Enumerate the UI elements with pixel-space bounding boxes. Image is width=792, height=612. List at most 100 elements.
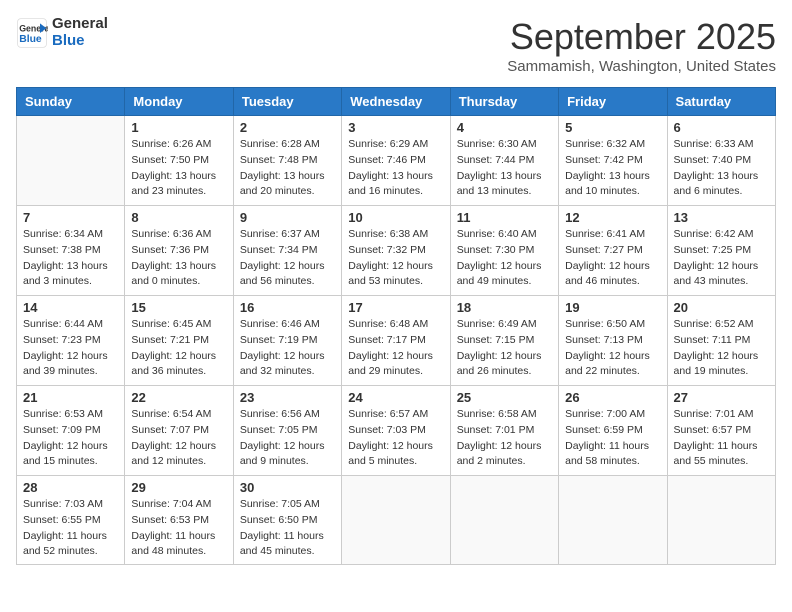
day-info: Sunrise: 6:54 AMSunset: 7:07 PMDaylight:… [131, 407, 226, 470]
day-number: 24 [348, 390, 443, 405]
calendar-cell: 30 Sunrise: 7:05 AMSunset: 6:50 PMDayligh… [233, 476, 341, 565]
day-number: 2 [240, 120, 335, 135]
day-info: Sunrise: 7:00 AMSunset: 6:59 PMDaylight:… [565, 407, 660, 470]
svg-text:Blue: Blue [19, 33, 42, 44]
calendar-cell: 7 Sunrise: 6:34 AMSunset: 7:38 PMDaylight… [17, 206, 125, 296]
calendar-cell [559, 476, 667, 565]
calendar-cell [342, 476, 450, 565]
day-info: Sunrise: 6:32 AMSunset: 7:42 PMDaylight:… [565, 137, 660, 200]
week-row-4: 21 Sunrise: 6:53 AMSunset: 7:09 PMDayligh… [17, 386, 776, 476]
day-info: Sunrise: 6:40 AMSunset: 7:30 PMDaylight:… [457, 227, 552, 290]
calendar-cell: 8 Sunrise: 6:36 AMSunset: 7:36 PMDaylight… [125, 206, 233, 296]
day-number: 30 [240, 480, 335, 495]
calendar-cell: 14 Sunrise: 6:44 AMSunset: 7:23 PMDayligh… [17, 296, 125, 386]
logo-text: General Blue [52, 16, 108, 49]
calendar-cell: 12Sunrise: 6:41 AMSunset: 7:27 PMDayligh… [559, 206, 667, 296]
page-header: General Blue General Blue September 2025… [16, 16, 776, 75]
calendar-cell: 23Sunrise: 6:56 AMSunset: 7:05 PMDayligh… [233, 386, 341, 476]
day-info: Sunrise: 6:44 AMSunset: 7:23 PMDaylight:… [23, 317, 118, 380]
day-number: 21 [23, 390, 118, 405]
day-number: 6 [674, 120, 769, 135]
day-number: 20 [674, 300, 769, 315]
day-info: Sunrise: 6:58 AMSunset: 7:01 PMDaylight:… [457, 407, 552, 470]
calendar-cell: 13Sunrise: 6:42 AMSunset: 7:25 PMDayligh… [667, 206, 775, 296]
day-info: Sunrise: 6:36 AMSunset: 7:36 PMDaylight:… [131, 227, 226, 290]
day-header-thursday: Thursday [450, 88, 558, 116]
day-number: 17 [348, 300, 443, 315]
day-info: Sunrise: 6:33 AMSunset: 7:40 PMDaylight:… [674, 137, 769, 200]
calendar-cell: 5Sunrise: 6:32 AMSunset: 7:42 PMDaylight… [559, 116, 667, 206]
day-info: Sunrise: 6:34 AMSunset: 7:38 PMDaylight:… [23, 227, 118, 290]
calendar-cell [17, 116, 125, 206]
day-info: Sunrise: 7:05 AMSunset: 6:50 PMDaylight:… [240, 497, 335, 560]
calendar-cell: 29Sunrise: 7:04 AMSunset: 6:53 PMDayligh… [125, 476, 233, 565]
calendar-cell: 2 Sunrise: 6:28 AMSunset: 7:48 PMDaylight… [233, 116, 341, 206]
day-number: 7 [23, 210, 118, 225]
week-row-3: 14 Sunrise: 6:44 AMSunset: 7:23 PMDayligh… [17, 296, 776, 386]
title-block: September 2025 Sammamish, Washington, Un… [507, 16, 776, 75]
day-number: 8 [131, 210, 226, 225]
day-info: Sunrise: 6:30 AMSunset: 7:44 PMDaylight:… [457, 137, 552, 200]
day-number: 15 [131, 300, 226, 315]
day-number: 4 [457, 120, 552, 135]
day-number: 14 [23, 300, 118, 315]
day-info: Sunrise: 6:41 AMSunset: 7:27 PMDaylight:… [565, 227, 660, 290]
day-number: 25 [457, 390, 552, 405]
day-header-friday: Friday [559, 88, 667, 116]
day-info: Sunrise: 7:03 AMSunset: 6:55 PMDaylight:… [23, 497, 118, 560]
day-header-saturday: Saturday [667, 88, 775, 116]
day-info: Sunrise: 6:57 AMSunset: 7:03 PMDaylight:… [348, 407, 443, 470]
days-header-row: SundayMondayTuesdayWednesdayThursdayFrid… [17, 88, 776, 116]
day-number: 29 [131, 480, 226, 495]
day-info: Sunrise: 6:37 AMSunset: 7:34 PMDaylight:… [240, 227, 335, 290]
day-info: Sunrise: 6:52 AMSunset: 7:11 PMDaylight:… [674, 317, 769, 380]
calendar-cell: 28 Sunrise: 7:03 AMSunset: 6:55 PMDayligh… [17, 476, 125, 565]
calendar-table: SundayMondayTuesdayWednesdayThursdayFrid… [16, 87, 776, 565]
day-number: 23 [240, 390, 335, 405]
day-number: 18 [457, 300, 552, 315]
day-number: 28 [23, 480, 118, 495]
calendar-cell: 4 Sunrise: 6:30 AMSunset: 7:44 PMDaylight… [450, 116, 558, 206]
day-number: 16 [240, 300, 335, 315]
day-info: Sunrise: 6:45 AMSunset: 7:21 PMDaylight:… [131, 317, 226, 380]
day-number: 1 [131, 120, 226, 135]
calendar-cell: 21 Sunrise: 6:53 AMSunset: 7:09 PMDayligh… [17, 386, 125, 476]
calendar-cell: 22 Sunrise: 6:54 AMSunset: 7:07 PMDayligh… [125, 386, 233, 476]
day-info: Sunrise: 6:28 AMSunset: 7:48 PMDaylight:… [240, 137, 335, 200]
day-number: 19 [565, 300, 660, 315]
calendar-cell: 10 Sunrise: 6:38 AMSunset: 7:32 PMDayligh… [342, 206, 450, 296]
calendar-cell: 25 Sunrise: 6:58 AMSunset: 7:01 PMDayligh… [450, 386, 558, 476]
calendar-cell: 19 Sunrise: 6:50 AMSunset: 7:13 PMDayligh… [559, 296, 667, 386]
day-number: 3 [348, 120, 443, 135]
logo-icon: General Blue [16, 17, 48, 49]
day-number: 9 [240, 210, 335, 225]
calendar-cell: 17 Sunrise: 6:48 AMSunset: 7:17 PMDayligh… [342, 296, 450, 386]
calendar-cell: 20 Sunrise: 6:52 AMSunset: 7:11 PMDayligh… [667, 296, 775, 386]
day-number: 26 [565, 390, 660, 405]
week-row-1: 1Sunrise: 6:26 AMSunset: 7:50 PMDaylight… [17, 116, 776, 206]
day-info: Sunrise: 6:38 AMSunset: 7:32 PMDaylight:… [348, 227, 443, 290]
calendar-cell: 11 Sunrise: 6:40 AMSunset: 7:30 PMDayligh… [450, 206, 558, 296]
day-info: Sunrise: 6:50 AMSunset: 7:13 PMDaylight:… [565, 317, 660, 380]
day-number: 27 [674, 390, 769, 405]
location: Sammamish, Washington, United States [507, 58, 776, 75]
calendar-cell: 24 Sunrise: 6:57 AMSunset: 7:03 PMDayligh… [342, 386, 450, 476]
calendar-cell: 27 Sunrise: 7:01 AMSunset: 6:57 PMDayligh… [667, 386, 775, 476]
calendar-cell: 18Sunrise: 6:49 AMSunset: 7:15 PMDayligh… [450, 296, 558, 386]
day-number: 11 [457, 210, 552, 225]
calendar-cell: 15 Sunrise: 6:45 AMSunset: 7:21 PMDayligh… [125, 296, 233, 386]
day-header-monday: Monday [125, 88, 233, 116]
day-info: Sunrise: 6:48 AMSunset: 7:17 PMDaylight:… [348, 317, 443, 380]
calendar-cell: 16Sunrise: 6:46 AMSunset: 7:19 PMDayligh… [233, 296, 341, 386]
month-title: September 2025 [507, 16, 776, 58]
day-info: Sunrise: 6:42 AMSunset: 7:25 PMDaylight:… [674, 227, 769, 290]
week-row-5: 28 Sunrise: 7:03 AMSunset: 6:55 PMDayligh… [17, 476, 776, 565]
day-info: Sunrise: 6:53 AMSunset: 7:09 PMDaylight:… [23, 407, 118, 470]
calendar-cell [450, 476, 558, 565]
calendar-cell [667, 476, 775, 565]
day-info: Sunrise: 7:01 AMSunset: 6:57 PMDaylight:… [674, 407, 769, 470]
day-number: 10 [348, 210, 443, 225]
logo: General Blue General Blue [16, 16, 108, 49]
day-header-tuesday: Tuesday [233, 88, 341, 116]
day-number: 22 [131, 390, 226, 405]
